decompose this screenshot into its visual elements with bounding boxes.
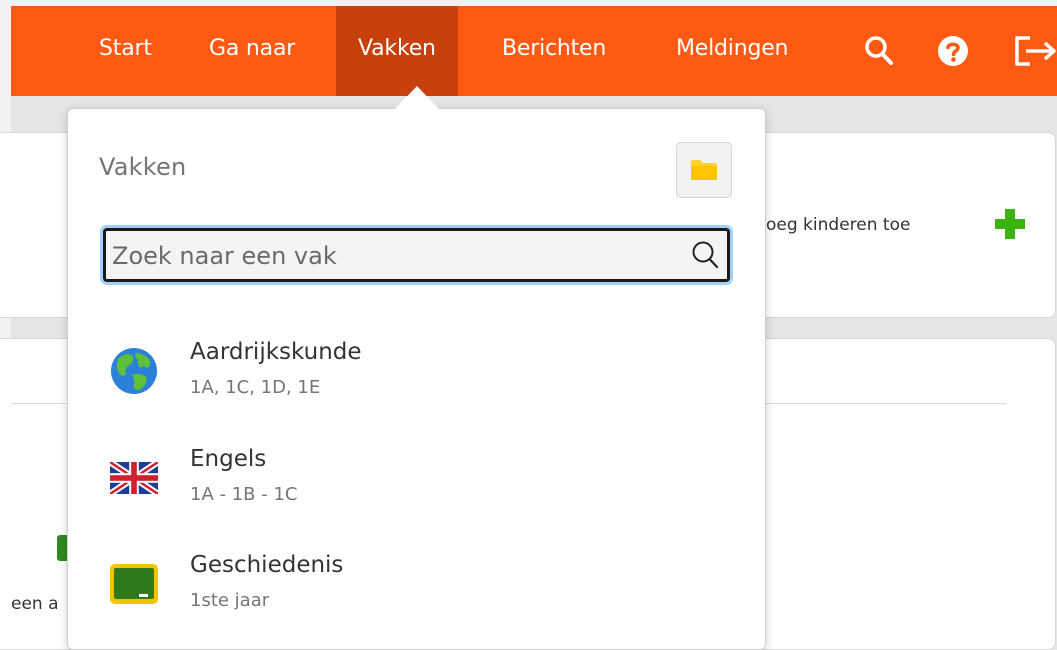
- nav-berichten[interactable]: Berichten: [502, 6, 606, 96]
- partial-card-text: een a: [11, 594, 59, 614]
- course-classes: 1A, 1C, 1D, 1E: [190, 377, 321, 398]
- course-name: Engels: [190, 446, 267, 472]
- nav-vakken[interactable]: Vakken: [336, 6, 458, 96]
- dropdown-caret: [395, 86, 439, 109]
- nav-ga-naar[interactable]: Ga naar: [209, 6, 295, 96]
- course-item-engels[interactable]: Engels 1A - 1B - 1C: [68, 446, 765, 536]
- search-input[interactable]: [110, 231, 674, 281]
- add-children-link[interactable]: oeg kinderen toe: [766, 215, 910, 235]
- course-item-aardrijkskunde[interactable]: Aardrijkskunde 1A, 1C, 1D, 1E: [68, 339, 765, 429]
- nav-start[interactable]: Start: [99, 6, 152, 96]
- course-classes: 1A - 1B - 1C: [190, 484, 298, 505]
- search-field[interactable]: [103, 228, 730, 282]
- top-navbar: Start Ga naar Vakken Berichten Meldingen: [11, 6, 1057, 96]
- uk-flag-icon: [108, 456, 160, 500]
- course-name: Aardrijkskunde: [190, 339, 362, 365]
- logout-icon[interactable]: [1014, 6, 1057, 96]
- dropdown-title: Vakken: [99, 153, 187, 181]
- nav-meldingen[interactable]: Meldingen: [676, 6, 788, 96]
- course-name: Geschiedenis: [190, 552, 344, 578]
- help-icon[interactable]: [937, 6, 969, 96]
- search-icon[interactable]: [864, 6, 894, 96]
- course-item-geschiedenis[interactable]: Geschiedenis 1ste jaar: [68, 552, 765, 642]
- chalkboard-icon: [108, 562, 160, 606]
- search-field-icon[interactable]: [691, 240, 719, 274]
- folder-button[interactable]: [676, 142, 732, 198]
- course-classes: 1ste jaar: [190, 590, 270, 611]
- vakken-dropdown: Vakken Aardrijkskunde 1A, 1C, 1D, 1E: [67, 108, 766, 650]
- globe-icon: [108, 348, 160, 394]
- add-icon[interactable]: [993, 207, 1027, 245]
- folder-icon: [691, 160, 717, 180]
